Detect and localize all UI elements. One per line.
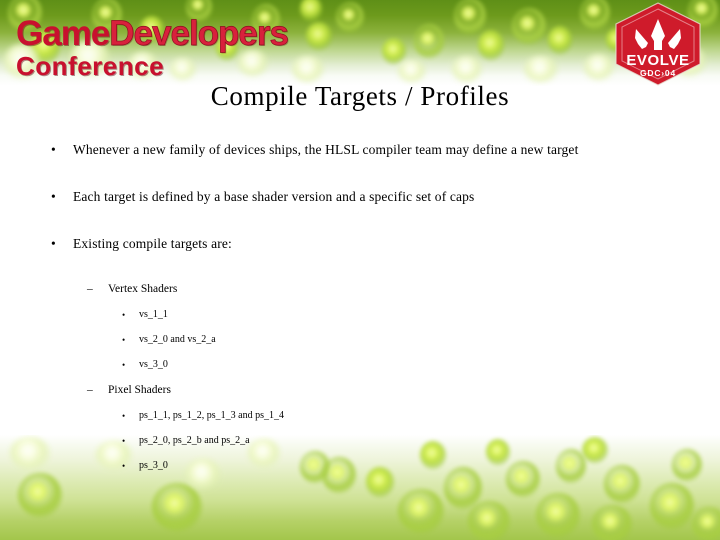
- evolve-hexagon-icon: EVOLVE GDC›04: [615, 2, 701, 86]
- bullet-marker-icon: •: [122, 360, 126, 370]
- gdc-wordmark-conference: Conference: [16, 51, 165, 81]
- list-item: • ps_1_1, ps_1_2, ps_1_3 and ps_1_4: [0, 404, 720, 428]
- list-item-text: Existing compile targets are:: [73, 236, 232, 251]
- evolve-badge: EVOLVE GDC›04: [610, 2, 706, 86]
- list-item-text: vs_3_0: [139, 359, 168, 370]
- bullet-list-level2-vertex-shaders: – Vertex Shaders: [0, 277, 720, 301]
- list-item-text: Whenever a new family of devices ships, …: [73, 142, 579, 157]
- presentation-slide: GameDevelopers Conference EVOLVE GDC›04 …: [0, 0, 720, 540]
- list-item-text: vs_1_1: [139, 309, 168, 320]
- slide-body: • Whenever a new family of devices ships…: [0, 136, 720, 479]
- gdc-wordmark-top: GameDevelopers: [16, 14, 289, 53]
- bullet-marker-icon: •: [122, 436, 126, 446]
- list-item: • vs_1_1: [0, 303, 720, 327]
- list-item: • ps_3_0: [0, 454, 720, 478]
- gdc-wordmark-game: Game: [16, 14, 110, 53]
- bullet-list-level3-vertex-shaders: • vs_1_1 • vs_2_0 and vs_2_a • vs_3_0: [0, 303, 720, 377]
- list-item: • Existing compile targets are:: [0, 230, 720, 258]
- list-item-text: ps_2_0, ps_2_b and ps_2_a: [139, 435, 250, 446]
- list-item: – Pixel Shaders: [0, 378, 720, 402]
- list-item-text: ps_3_0: [139, 460, 168, 471]
- list-item-text: Each target is defined by a base shader …: [73, 189, 475, 204]
- bullet-list-level2-pixel-shaders: – Pixel Shaders: [0, 378, 720, 402]
- page-title: Compile Targets / Profiles: [210, 81, 510, 111]
- bullet-marker-icon: •: [122, 411, 126, 421]
- dash-marker-icon: –: [87, 384, 93, 396]
- bullet-list-level1: • Whenever a new family of devices ships…: [0, 136, 720, 258]
- gdc-wordmark-developers: Developers: [109, 14, 289, 53]
- list-item-text: Pixel Shaders: [108, 384, 171, 396]
- list-item: – Vertex Shaders: [0, 277, 720, 301]
- dash-marker-icon: –: [87, 283, 93, 295]
- list-item: • Whenever a new family of devices ships…: [0, 136, 720, 164]
- list-item: • vs_2_0 and vs_2_a: [0, 328, 720, 352]
- list-item: • Each target is defined by a base shade…: [0, 183, 720, 211]
- evolve-badge-subtitle: GDC›04: [640, 68, 676, 78]
- gdc-logo: GameDevelopers Conference: [16, 14, 289, 81]
- bullet-marker-icon: •: [51, 236, 56, 251]
- list-item: • vs_3_0: [0, 353, 720, 377]
- bullet-marker-icon: •: [122, 335, 126, 345]
- list-item-text: ps_1_1, ps_1_2, ps_1_3 and ps_1_4: [139, 410, 285, 421]
- list-item-text: Vertex Shaders: [108, 283, 178, 295]
- list-item-text: vs_2_0 and vs_2_a: [139, 334, 216, 345]
- bullet-marker-icon: •: [51, 189, 56, 204]
- list-item: • ps_2_0, ps_2_b and ps_2_a: [0, 429, 720, 453]
- bullet-marker-icon: •: [51, 142, 56, 157]
- bullet-marker-icon: •: [122, 461, 126, 471]
- evolve-badge-name: EVOLVE: [626, 52, 689, 69]
- bullet-list-level3-pixel-shaders: • ps_1_1, ps_1_2, ps_1_3 and ps_1_4 • ps…: [0, 404, 720, 478]
- bullet-marker-icon: •: [122, 310, 126, 320]
